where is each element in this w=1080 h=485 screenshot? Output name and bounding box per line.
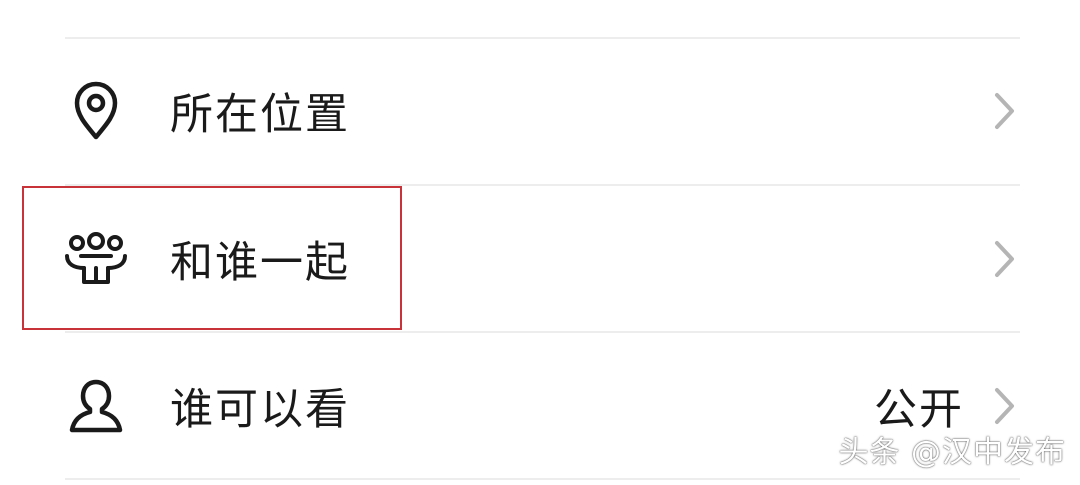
list-item-label: 所在位置 xyxy=(170,89,350,140)
location-pin-icon xyxy=(60,75,132,147)
list-item-label: 和谁一起 xyxy=(170,237,350,288)
chevron-right-icon xyxy=(992,386,1018,426)
person-outline-icon xyxy=(60,370,132,442)
divider xyxy=(65,478,1020,480)
list-item-location[interactable]: 所在位置 xyxy=(0,38,1080,183)
list-item-with-whom[interactable]: 和谁一起 xyxy=(0,186,1080,331)
group-people-icon xyxy=(60,223,132,295)
chevron-right-icon xyxy=(992,91,1018,131)
list-item-label: 谁可以看 xyxy=(170,384,350,435)
post-settings-screen: 所在位置 和谁一起 谁可以看 公开 头条 @汉中发布 xyxy=(0,0,1080,485)
chevron-right-icon xyxy=(992,239,1018,279)
watermark: 头条 @汉中发布 xyxy=(838,435,1066,470)
